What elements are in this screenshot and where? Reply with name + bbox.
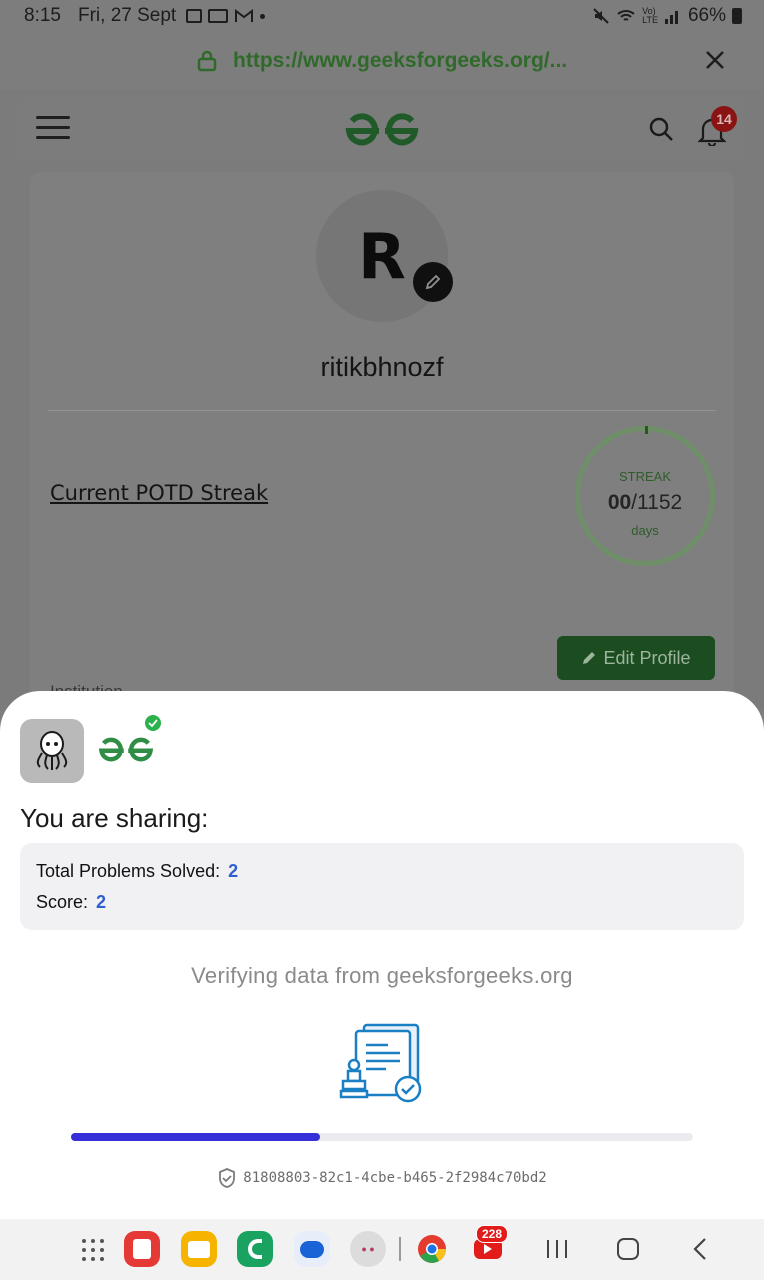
site-header: 14 [18,96,746,160]
session-id: 81808803-82c1-4cbe-b465-2f2984c70bd2 [243,1170,547,1186]
android-nav-bar: ● ● 228 [0,1219,764,1280]
folder-apps-icon[interactable]: ● ● [350,1231,386,1267]
edit-avatar-button[interactable] [413,262,453,302]
notification-badge: 14 [711,106,737,132]
potd-streak-link[interactable]: Current POTD Streak [50,481,268,505]
close-icon[interactable] [704,49,726,71]
app-drawer-icon[interactable] [80,1237,106,1263]
volte-icon: Vo) LTE [642,6,658,25]
octopus-icon [36,731,68,770]
shield-check-icon [219,1168,236,1188]
status-time: 8:15 [24,5,61,26]
sharing-title: You are sharing: [20,803,209,833]
gfg-logo [98,737,154,762]
session-id-row: 81808803-82c1-4cbe-b465-2f2984c70bd2 [0,1167,764,1189]
username: ritikbhnozf [320,352,444,382]
pencil-icon [583,652,596,664]
avatar: R [316,190,448,322]
shared-item: Score: 2 [36,892,106,913]
home-icon[interactable] [616,1237,640,1261]
verifying-status: Verifying data from geeksforgeeks.org [191,963,573,988]
files-app-icon[interactable] [181,1231,217,1267]
lock-icon [197,50,217,72]
status-date: Fri, 27 Sept [78,5,177,26]
streak-progress-tick [645,426,648,434]
phone-app-icon[interactable] [237,1231,273,1267]
gfg-logo[interactable] [343,110,421,150]
divider [48,410,716,411]
messages-app-icon[interactable] [294,1231,330,1267]
verified-check-icon [143,713,163,733]
gmail-icon [235,9,253,22]
youtube-badge: 228 [476,1225,509,1243]
recent-apps-icon[interactable] [545,1239,569,1259]
menu-icon[interactable] [36,116,70,140]
mute-icon [593,8,609,24]
verification-progress-bar [71,1133,693,1141]
shared-item-value: 2 [228,861,239,881]
back-icon[interactable] [690,1237,710,1261]
edit-profile-label: Edit Profile [603,647,691,668]
sharing-sheet: You are sharing: Total Problems Solved: 2… [0,691,764,1219]
shared-data-box: Total Problems Solved: 2 Score: 2 [20,843,744,930]
shared-item-label: Score: [36,892,89,912]
battery-icon [732,8,742,24]
pencil-icon [425,274,441,290]
paytm-icon [208,9,228,23]
chrome-app-icon[interactable] [414,1231,450,1267]
document-verification-icon [339,1023,422,1103]
signal-icon [664,11,678,24]
wifi-icon [617,10,635,21]
url-text[interactable]: https://www.geeksforgeeks.org/... [233,49,567,73]
shared-item-label: Total Problems Solved: [36,861,221,881]
octopus-app-icon [20,719,84,783]
gallery-icon [186,9,202,23]
notes-app-icon[interactable] [124,1231,160,1267]
web-page: 14 R ritikbhnozf Current POTD Streak STR… [0,90,764,712]
browser-url-bar: https://www.geeksforgeeks.org/... [0,32,764,90]
battery-level: 66% [687,5,726,26]
system-icons: Vo) LTE 66% [592,5,742,27]
streak-label: STREAK [618,469,671,484]
shared-item: Total Problems Solved: 2 [36,861,238,882]
streak-count: 00/1152 [580,491,710,515]
profile-card: R ritikbhnozf Current POTD Streak STREAK… [30,172,734,712]
streak-ring: STREAK 00/1152 days [575,426,715,566]
edit-profile-button[interactable]: Edit Profile [557,636,715,680]
notification-icons [186,8,265,24]
verification-progress-fill [71,1133,320,1141]
search-icon[interactable] [648,116,674,142]
shared-item-value: 2 [96,892,107,912]
status-bar: 8:15 Fri, 27 Sept Vo) LTE 66% [0,0,764,32]
dot-icon [260,13,265,19]
streak-current: 00 [607,491,632,514]
streak-total: 1152 [637,491,683,514]
streak-unit: days [631,523,659,538]
nav-divider [399,1237,401,1261]
